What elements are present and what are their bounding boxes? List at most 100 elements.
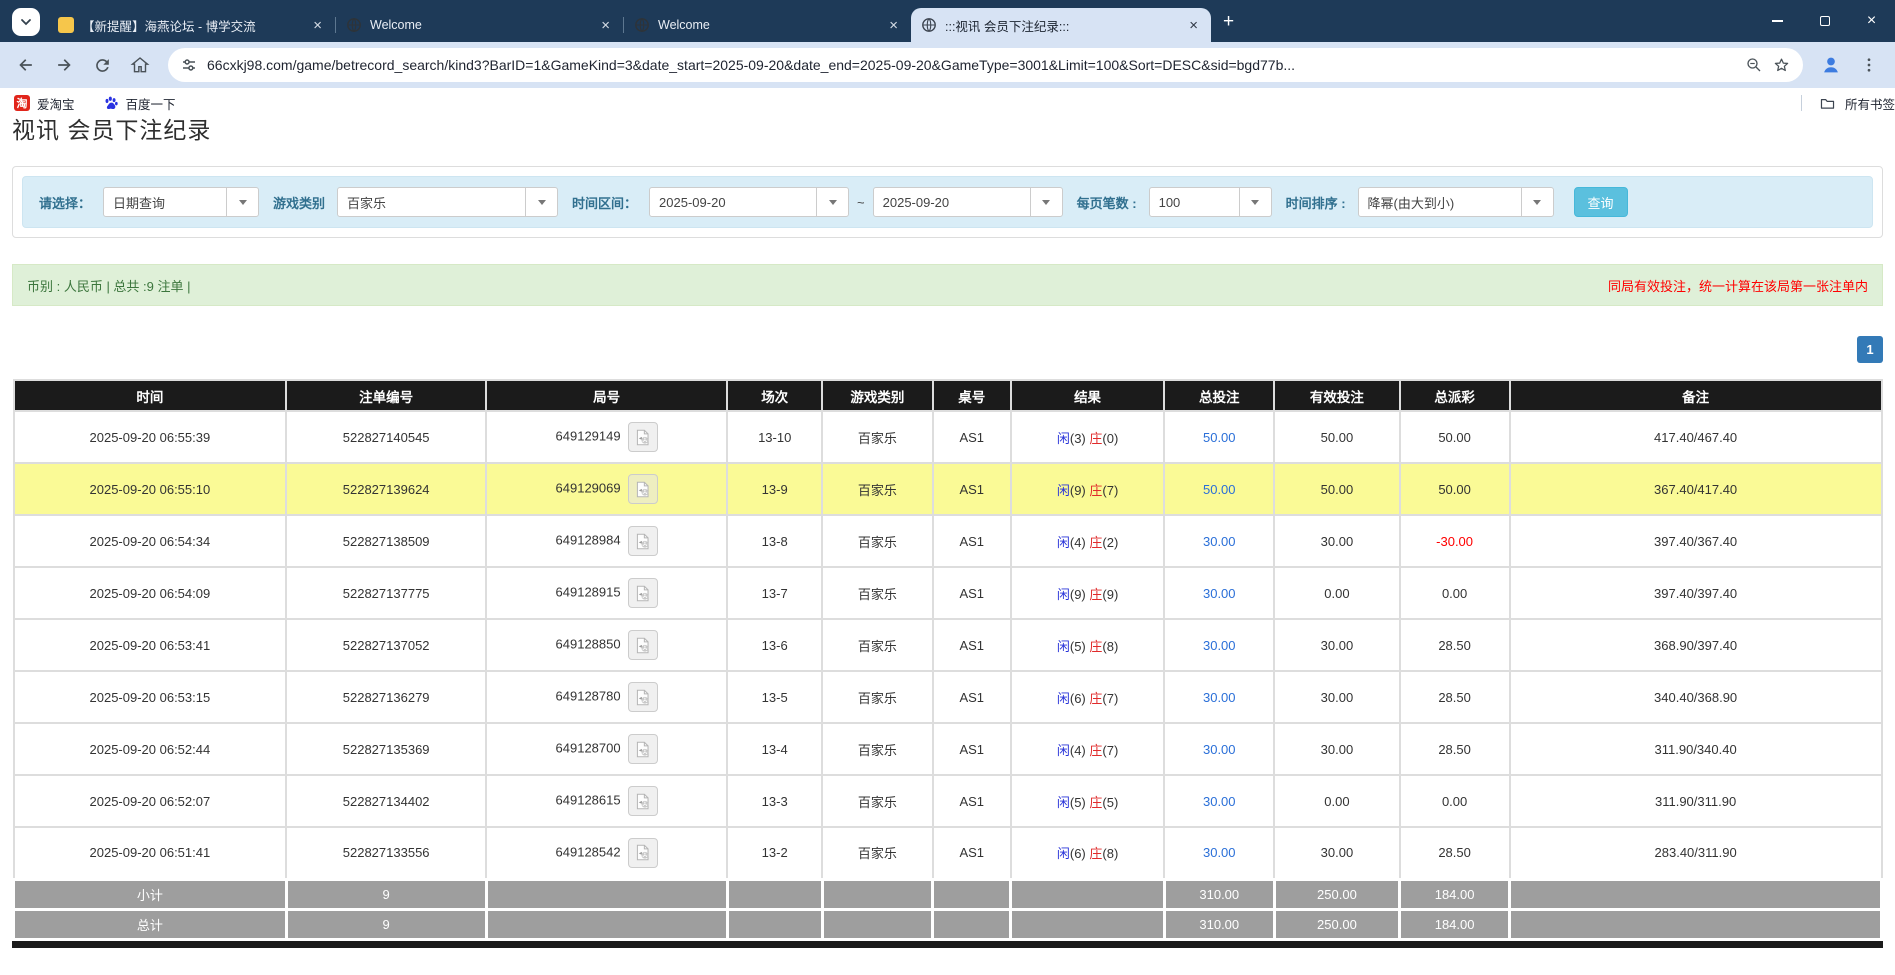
cell-table-no: AS1: [933, 723, 1011, 775]
game-type-select[interactable]: 百家乐: [337, 187, 558, 217]
sort-select[interactable]: 降幂(由大到小): [1358, 187, 1554, 217]
menu-button[interactable]: [1853, 49, 1885, 81]
cell-remark: 417.40/467.40: [1510, 411, 1882, 463]
round-id: 649129069: [556, 480, 621, 495]
maximize-button[interactable]: [1801, 0, 1848, 42]
home-button[interactable]: [124, 49, 156, 81]
date-end-select[interactable]: 2025-09-20: [873, 187, 1063, 217]
bookmark-star-icon[interactable]: [1772, 56, 1791, 75]
total-bet-link[interactable]: 30.00: [1203, 794, 1236, 809]
video-replay-button[interactable]: [628, 838, 658, 868]
bookmark-label: 百度一下: [126, 94, 176, 113]
valid-bet-note: 同局有效投注，统一计算在该局第一张注单内: [1608, 276, 1868, 295]
video-replay-button[interactable]: [628, 786, 658, 816]
total-bet-link[interactable]: 30.00: [1203, 742, 1236, 757]
video-replay-button[interactable]: [628, 578, 658, 608]
column-header: 总投注: [1164, 380, 1274, 411]
column-header: 桌号: [933, 380, 1011, 411]
tab-close-icon[interactable]: ×: [310, 17, 325, 34]
total-bet-link[interactable]: 50.00: [1203, 430, 1236, 445]
player-label: 闲: [1057, 691, 1070, 706]
query-type-value: 日期查询: [104, 193, 226, 212]
video-replay-icon: [634, 793, 651, 810]
cell-payout: 28.50: [1400, 619, 1510, 671]
tab-close-icon[interactable]: ×: [1186, 17, 1201, 34]
cell-time: 2025-09-20 06:55:10: [14, 463, 287, 515]
cell-time: 2025-09-20 06:55:39: [14, 411, 287, 463]
reload-button[interactable]: [86, 49, 118, 81]
total-bet-link[interactable]: 30.00: [1203, 534, 1236, 549]
bookmark-taobao[interactable]: 淘 爱淘宝: [14, 94, 75, 113]
video-replay-button[interactable]: [628, 422, 658, 452]
footer-empty: [1510, 879, 1882, 909]
cell-payout: 0.00: [1400, 775, 1510, 827]
back-button[interactable]: [10, 49, 42, 81]
bookmark-baidu[interactable]: 百度一下: [103, 94, 176, 113]
total-bet-link[interactable]: 30.00: [1203, 690, 1236, 705]
chevron-down-icon: [1521, 188, 1553, 216]
video-replay-button[interactable]: [628, 630, 658, 660]
tab-welcome-1[interactable]: Welcome ×: [336, 8, 623, 42]
cell-session: 13-2: [727, 827, 822, 879]
query-type-select[interactable]: 日期查询: [103, 187, 259, 217]
tab-search-button[interactable]: [12, 8, 40, 36]
new-tab-button[interactable]: +: [1223, 11, 1234, 33]
cell-time: 2025-09-20 06:54:34: [14, 515, 287, 567]
bookmark-label: 爱淘宝: [37, 94, 75, 113]
footer-empty: [1011, 909, 1164, 939]
column-header: 备注: [1510, 380, 1882, 411]
tab-forum[interactable]: 【新提醒】海燕论坛 - 博学交流 ×: [48, 8, 335, 42]
cell-total-bet: 30.00: [1164, 671, 1274, 723]
video-replay-button[interactable]: [628, 734, 658, 764]
search-button[interactable]: 查询: [1574, 187, 1628, 217]
url-bar[interactable]: 66cxkj98.com/game/betrecord_search/kind3…: [168, 48, 1803, 82]
footer-payout: 184.00: [1400, 909, 1510, 939]
all-bookmarks[interactable]: 所有书签: [1801, 94, 1895, 113]
cell-remark: 397.40/397.40: [1510, 567, 1882, 619]
minimize-button[interactable]: [1754, 0, 1801, 42]
date-start-select[interactable]: 2025-09-20: [649, 187, 849, 217]
forum-favicon-icon: [58, 17, 74, 33]
cell-game-type: 百家乐: [822, 411, 932, 463]
player-points: (6): [1070, 846, 1086, 861]
page-content: 视讯 会员下注纪录 请选择： 日期查询 游戏类别 百家乐 时间区间： 2025-…: [0, 118, 1895, 948]
total-bet-link[interactable]: 30.00: [1203, 586, 1236, 601]
profile-avatar[interactable]: [1815, 49, 1847, 81]
total-bet-link[interactable]: 30.00: [1203, 845, 1236, 860]
summary-bar: 币别 : 人民币 | 总共 :9 注单 | 同局有效投注，统一计算在该局第一张注…: [12, 264, 1883, 306]
cell-bet-id: 522827138509: [286, 515, 486, 567]
cell-session: 13-7: [727, 567, 822, 619]
tab-welcome-2[interactable]: Welcome ×: [624, 8, 911, 42]
page-title: 视讯 会员下注纪录: [12, 118, 1883, 144]
cell-total-bet: 50.00: [1164, 463, 1274, 515]
page-size-select[interactable]: 100: [1149, 187, 1272, 217]
page-1-button[interactable]: 1: [1857, 336, 1883, 363]
tab-bet-records-active[interactable]: :::视讯 会员下注纪录::: ×: [911, 8, 1211, 42]
tab-close-icon[interactable]: ×: [886, 17, 901, 34]
tab-close-icon[interactable]: ×: [598, 17, 613, 34]
video-replay-button[interactable]: [628, 682, 658, 712]
footer-count: 9: [286, 909, 486, 939]
cell-time: 2025-09-20 06:52:44: [14, 723, 287, 775]
date-end-value: 2025-09-20: [874, 195, 1030, 210]
cell-total-bet: 50.00: [1164, 411, 1274, 463]
cell-time: 2025-09-20 06:52:07: [14, 775, 287, 827]
video-replay-button[interactable]: [628, 474, 658, 504]
zoom-icon[interactable]: [1745, 56, 1763, 74]
banker-points: (2): [1102, 535, 1118, 550]
forward-button[interactable]: [48, 49, 80, 81]
cell-remark: 397.40/367.40: [1510, 515, 1882, 567]
close-button[interactable]: ×: [1848, 0, 1895, 42]
chevron-down-icon: [525, 188, 557, 216]
baidu-paw-icon: [103, 95, 119, 111]
cell-table-no: AS1: [933, 515, 1011, 567]
cell-bet-id: 522827133556: [286, 827, 486, 879]
banker-label: 庄: [1089, 431, 1102, 446]
table-row: 2025-09-20 06:55:39522827140545649129149…: [14, 411, 1882, 463]
cell-result: 闲(4) 庄(7): [1011, 723, 1164, 775]
total-bet-link[interactable]: 30.00: [1203, 638, 1236, 653]
banker-label: 庄: [1089, 535, 1102, 550]
video-replay-button[interactable]: [628, 526, 658, 556]
cell-valid-bet: 0.00: [1274, 775, 1399, 827]
total-bet-link[interactable]: 50.00: [1203, 482, 1236, 497]
